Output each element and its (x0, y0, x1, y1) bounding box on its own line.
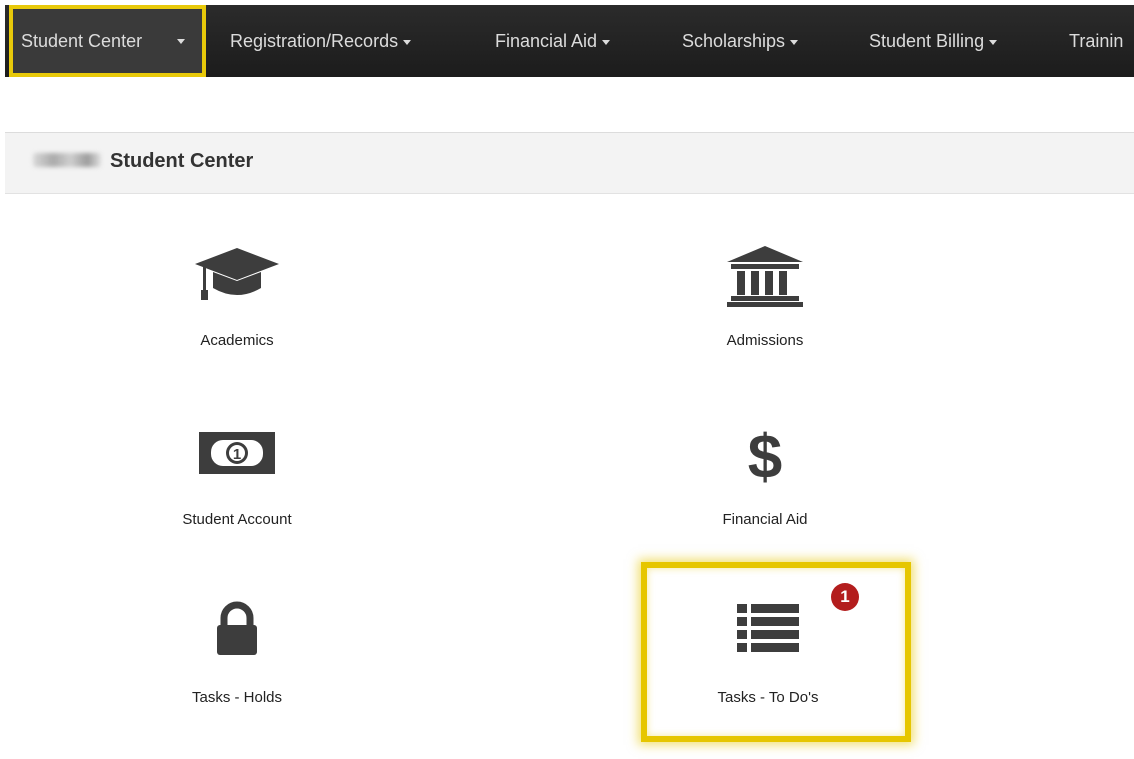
chevron-down-icon (177, 39, 185, 44)
page-title: Student Center (110, 150, 254, 172)
nav-scholarships-label: Scholarships (682, 31, 786, 51)
chevron-down-icon (602, 39, 611, 45)
tile-label: Academics (200, 332, 274, 349)
chevron-down-icon (790, 39, 799, 45)
chevron-down-icon (403, 39, 412, 45)
tile-label: Financial Aid (722, 511, 808, 528)
nav-scholarships[interactable]: Scholarships (682, 5, 799, 77)
tile-label: Admissions (726, 332, 804, 349)
tile-academics[interactable]: Academics (117, 244, 357, 364)
money-bill-icon: 1 (117, 428, 357, 498)
tile-tasks-holds[interactable]: Tasks - Holds (117, 600, 357, 720)
institution-icon (645, 244, 885, 314)
nav-registration-records[interactable]: Registration/Records (230, 5, 412, 77)
tile-label: Tasks - Holds (191, 689, 283, 706)
lock-icon (117, 600, 357, 670)
tile-student-account[interactable]: 1 Student Account (117, 428, 357, 548)
nav-student-center-label: Student Center (21, 31, 143, 51)
redacted-username (33, 153, 101, 167)
svg-text:1: 1 (233, 446, 241, 463)
list-icon (648, 600, 888, 670)
svg-text:$: $ (748, 423, 782, 490)
tile-financial-aid[interactable]: $ Financial Aid (645, 420, 885, 540)
tile-tasks-todos[interactable]: Tasks - To Do's (648, 600, 888, 720)
nav-training[interactable]: Trainin (1069, 5, 1123, 77)
chevron-down-icon (989, 39, 998, 45)
nav-financial-aid[interactable]: Financial Aid (495, 5, 611, 77)
nav-student-billing[interactable]: Student Billing (869, 5, 998, 77)
graduation-cap-icon (117, 244, 357, 314)
tile-admissions[interactable]: Admissions (645, 244, 885, 364)
top-navbar: Student Center Registration/Records Fina… (5, 5, 1134, 77)
notification-badge: 1 (831, 583, 859, 611)
tile-label: Student Account (182, 511, 292, 528)
nav-student-center[interactable]: Student Center (9, 5, 206, 77)
nav-registration-records-label: Registration/Records (230, 31, 399, 51)
nav-financial-aid-label: Financial Aid (495, 31, 598, 51)
nav-training-label: Trainin (1069, 31, 1124, 51)
tile-label: Tasks - To Do's (717, 689, 819, 706)
nav-student-billing-label: Student Billing (869, 31, 985, 51)
dollar-icon: $ (645, 420, 885, 490)
